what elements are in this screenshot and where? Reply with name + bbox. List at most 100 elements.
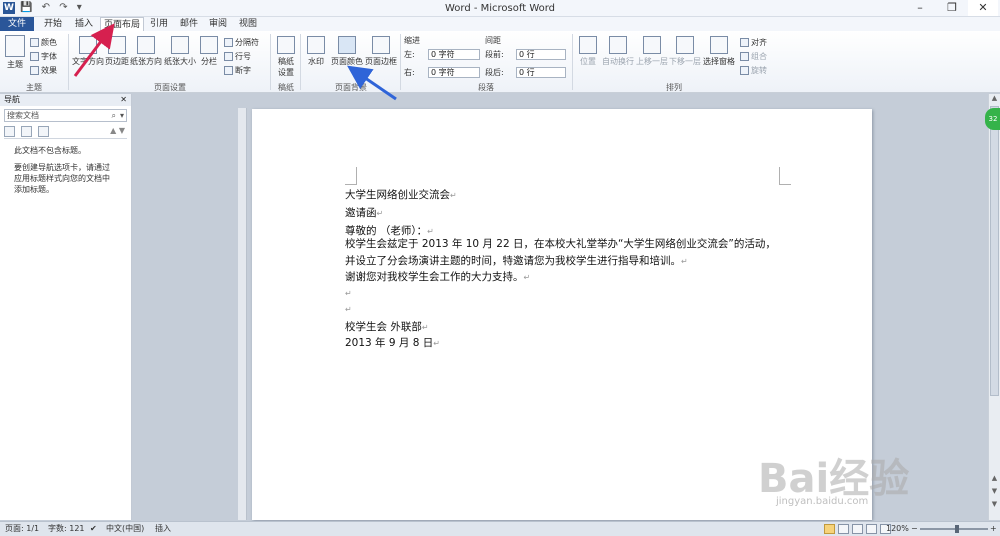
- zoom-slider[interactable]: [920, 528, 988, 530]
- send-backward-icon: [676, 36, 694, 54]
- indent-right-input[interactable]: 0 字符: [428, 67, 480, 78]
- title-bar: W 💾 ↶ ↷ ▾ Word - Microsoft Word – ❐ ✕: [0, 0, 1000, 17]
- tab-home[interactable]: 开始: [38, 17, 68, 31]
- spacing-before-input[interactable]: 0 行: [516, 49, 566, 60]
- selection-pane-button[interactable]: 选择窗格: [702, 36, 736, 67]
- insert-mode[interactable]: 插入: [155, 522, 171, 536]
- line-numbers-button[interactable]: 行号: [224, 51, 251, 62]
- indent-label: 缩进: [404, 36, 420, 45]
- draft-settings-button[interactable]: 稿纸 设置: [274, 36, 298, 78]
- ribbon-separator: [572, 34, 573, 90]
- scroll-up-icon[interactable]: ▲: [989, 474, 1000, 482]
- headings-view-icon[interactable]: [4, 126, 15, 137]
- ribbon-separator: [68, 34, 69, 90]
- send-backward-button[interactable]: 下移一层: [669, 36, 701, 67]
- scroll-up-icon[interactable]: ▲: [989, 94, 1000, 102]
- size-icon: [171, 36, 189, 54]
- tab-references[interactable]: 引用: [147, 17, 171, 31]
- breaks-icon: [224, 38, 233, 47]
- close-icon[interactable]: ✕: [120, 94, 127, 106]
- doc-line: ↵: [345, 305, 352, 314]
- minimize-button[interactable]: –: [905, 0, 935, 16]
- tab-file[interactable]: 文件: [0, 17, 34, 31]
- page-count[interactable]: 页面: 1/1: [5, 522, 39, 536]
- pages-view-icon[interactable]: [20, 126, 32, 137]
- tab-review[interactable]: 审阅: [206, 17, 230, 31]
- doc-line: 校学生会 外联部↵: [345, 321, 429, 333]
- spacing-before-label: 段前:: [485, 50, 504, 59]
- vertical-scrollbar[interactable]: ▲ ▲ ▼ ▼: [988, 94, 1000, 520]
- wrap-text-button[interactable]: 自动换行: [601, 36, 635, 67]
- doc-line: ↵: [345, 289, 352, 298]
- scroll-down-icon[interactable]: ▼: [989, 500, 1000, 508]
- print-layout-view-icon[interactable]: [824, 524, 835, 534]
- tab-page-layout[interactable]: 页面布局: [100, 17, 144, 32]
- spacing-after-input[interactable]: 0 行: [516, 67, 566, 78]
- page-color-button[interactable]: 页面颜色: [330, 36, 364, 67]
- spacing-label: 间距: [485, 36, 501, 45]
- breaks-button[interactable]: 分隔符: [224, 37, 259, 48]
- columns-button[interactable]: 分栏: [198, 36, 220, 67]
- tab-mailings[interactable]: 邮件: [177, 17, 201, 31]
- zoom-in-button[interactable]: +: [990, 522, 997, 536]
- indent-left-input[interactable]: 0 字符: [428, 49, 480, 60]
- spacing-after-label: 段后:: [485, 68, 504, 77]
- rotate-button[interactable]: 旋转: [740, 65, 767, 76]
- align-button[interactable]: 对齐: [740, 37, 767, 48]
- size-button[interactable]: 纸张大小: [163, 36, 197, 67]
- tab-insert[interactable]: 插入: [70, 17, 98, 31]
- line-numbers-icon: [224, 52, 233, 61]
- word-count[interactable]: 字数: 121: [48, 522, 85, 536]
- nav-view-tabs: ▲ ▼: [4, 125, 127, 139]
- zoom-level[interactable]: 120%: [886, 522, 909, 536]
- chevron-down-icon[interactable]: ▾: [120, 110, 124, 121]
- vertical-ruler: [238, 108, 247, 520]
- selection-pane-icon: [710, 36, 728, 54]
- doc-line: 大学生网络创业交流会↵: [345, 189, 457, 201]
- close-button[interactable]: ✕: [968, 0, 998, 16]
- orientation-icon: [137, 36, 155, 54]
- watermark-icon: [307, 36, 325, 54]
- indent-right-label: 右:: [404, 68, 415, 77]
- status-bar: 页面: 1/1 字数: 121 ✔ 中文(中国) 插入 120% − +: [0, 521, 1000, 536]
- colors-icon: [30, 38, 39, 47]
- scroll-down-icon[interactable]: ▼: [989, 487, 1000, 495]
- full-screen-view-icon[interactable]: [838, 524, 849, 534]
- group-objects-button[interactable]: 组合: [740, 51, 767, 62]
- page-borders-button[interactable]: 页面边框: [364, 36, 398, 67]
- outline-view-icon[interactable]: [866, 524, 877, 534]
- ribbon-separator: [300, 34, 301, 90]
- search-document-input[interactable]: 搜索文档 ⌕ ▾: [4, 109, 127, 122]
- text-direction-button[interactable]: 文字方向: [72, 36, 104, 67]
- position-button[interactable]: 位置: [576, 36, 600, 67]
- theme-fonts-button[interactable]: 字体: [30, 51, 57, 62]
- search-icon[interactable]: ⌕: [112, 110, 116, 121]
- scroll-thumb[interactable]: [990, 106, 999, 396]
- theme-effects-button[interactable]: 效果: [30, 65, 57, 76]
- indent-left-label: 左:: [404, 50, 415, 59]
- bring-forward-button[interactable]: 上移一层: [636, 36, 668, 67]
- restore-button[interactable]: ❐: [937, 0, 967, 16]
- group-label-paragraph: 段落: [478, 83, 494, 92]
- themes-button[interactable]: 主题: [3, 35, 27, 70]
- language-indicator[interactable]: 中文(中国): [106, 522, 144, 536]
- zoom-out-button[interactable]: −: [911, 522, 918, 536]
- rotate-icon: [740, 66, 749, 75]
- orientation-button[interactable]: 纸张方向: [130, 36, 162, 67]
- hyphenation-button[interactable]: 断字: [224, 65, 251, 76]
- proofing-icon[interactable]: ✔: [90, 522, 97, 536]
- no-headings-message: 此文档不包含标题。: [14, 146, 86, 155]
- zoom-slider-knob[interactable]: [955, 525, 959, 533]
- doc-line: 并设立了分会场演讲主题的时间，特邀请您为我校学生进行指导和培训。↵: [345, 255, 688, 267]
- theme-colors-button[interactable]: 颜色: [30, 37, 57, 48]
- results-view-icon[interactable]: [37, 126, 49, 137]
- nav-arrows[interactable]: ▲ ▼: [110, 126, 125, 135]
- wrap-text-icon: [609, 36, 627, 54]
- watermark-button[interactable]: 水印: [304, 36, 328, 67]
- web-layout-view-icon[interactable]: [852, 524, 863, 534]
- position-icon: [579, 36, 597, 54]
- tab-view[interactable]: 视图: [236, 17, 260, 31]
- margins-button[interactable]: 页边距: [104, 36, 130, 67]
- floating-badge[interactable]: 32: [985, 108, 1000, 130]
- draft-paper-icon: [277, 36, 295, 54]
